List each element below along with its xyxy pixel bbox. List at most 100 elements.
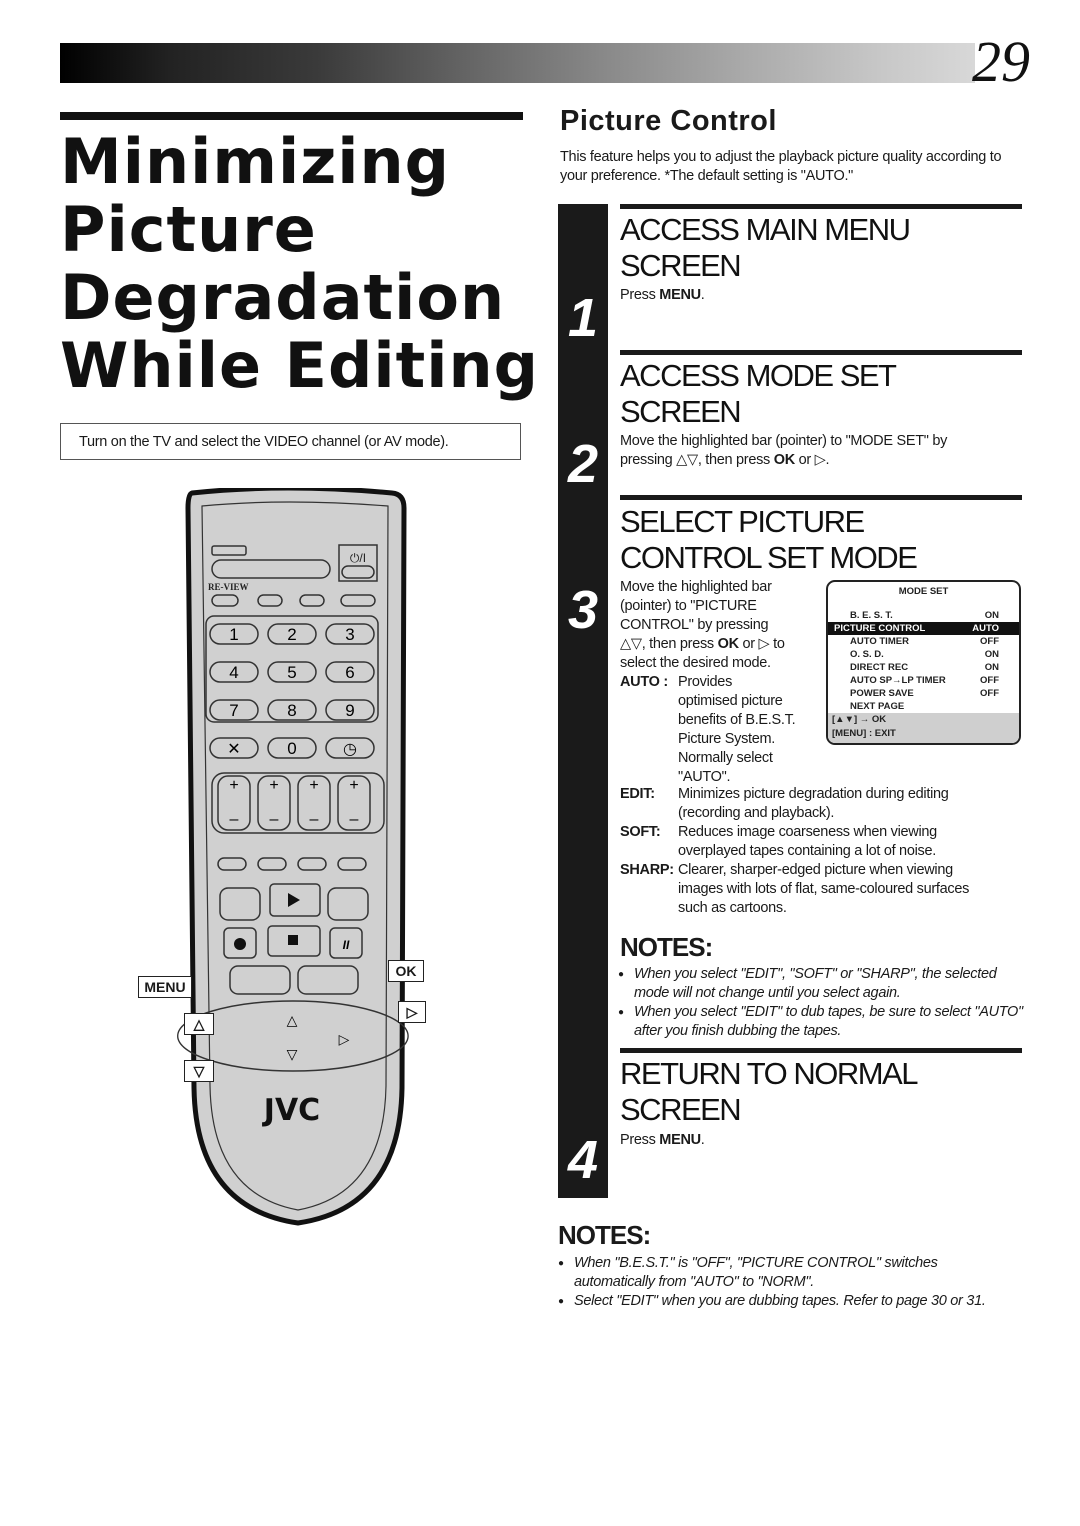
callout-menu: MENU bbox=[138, 976, 192, 998]
step-1-body: Press MENU. bbox=[620, 287, 705, 303]
osd-row-value: OFF bbox=[980, 688, 999, 699]
svg-text:✕: ✕ bbox=[227, 741, 240, 758]
section-description: This feature helps you to adjust the pla… bbox=[560, 149, 1002, 184]
step-3-number: 3 bbox=[567, 580, 599, 640]
osd-row-value: ON bbox=[984, 662, 999, 673]
svg-text:◷: ◷ bbox=[343, 741, 357, 758]
record-icon bbox=[234, 938, 246, 950]
step-rule bbox=[620, 350, 1022, 355]
osd-row-value: OFF bbox=[980, 675, 999, 686]
svg-text:3: 3 bbox=[345, 625, 354, 644]
svg-text:2: 2 bbox=[287, 625, 296, 644]
mode-set-osd: MODE SET B. E. S. T. ON PICTURE CONTROL AUT… bbox=[826, 580, 1021, 745]
osd-row-label: AUTO TIMER bbox=[850, 636, 909, 647]
svg-text:1: 1 bbox=[229, 625, 238, 644]
power-icon: ⏻/I bbox=[350, 551, 366, 565]
svg-text:–: – bbox=[350, 811, 359, 828]
step-rule bbox=[620, 495, 1022, 500]
step-rule bbox=[620, 1048, 1022, 1053]
notes-heading: NOTES: bbox=[620, 932, 713, 962]
osd-row: NEXT PAGE bbox=[828, 700, 1019, 713]
svg-text:+: + bbox=[309, 777, 318, 794]
header-gradient-bar bbox=[60, 43, 975, 83]
step-1-heading: ACCESS MAIN MENU SCREEN bbox=[620, 212, 911, 283]
osd-rows: B. E. S. T. ON PICTURE CONTROL AUTO AUTO TIM… bbox=[828, 609, 1019, 713]
callout-up: △ bbox=[184, 1013, 214, 1035]
note-item: When you select "EDIT", "SOFT" or "SHARP… bbox=[618, 965, 1028, 1003]
callout-ok: OK bbox=[388, 960, 424, 982]
stop-icon bbox=[288, 935, 298, 945]
osd-row: POWER SAVE OFF bbox=[828, 687, 1019, 700]
brand-logo: JVC bbox=[262, 1093, 320, 1128]
notes-list: When you select "EDIT", "SOFT" or "SHARP… bbox=[618, 965, 1028, 1041]
svg-text:6: 6 bbox=[345, 663, 354, 682]
svg-text:+: + bbox=[269, 777, 278, 794]
osd-row-label-selected: PICTURE CONTROL bbox=[834, 623, 926, 634]
title-line: Degradation bbox=[60, 261, 506, 334]
section-title: Picture Control bbox=[560, 105, 777, 137]
svg-text:–: – bbox=[310, 811, 319, 828]
up-arrow-icon: △ bbox=[287, 1012, 298, 1028]
step-4-heading: RETURN TO NORMAL SCREEN bbox=[620, 1056, 918, 1127]
osd-row: B. E. S. T. ON bbox=[828, 609, 1019, 622]
mode-edit: EDIT: Minimizes picture degradation duri… bbox=[620, 786, 949, 821]
osd-footer: [▲▼] → OK [MENU] : EXIT bbox=[828, 713, 1019, 743]
step-2-number: 2 bbox=[567, 434, 599, 494]
down-arrow-icon: ▽ bbox=[287, 1046, 298, 1062]
osd-row-label: POWER SAVE bbox=[850, 688, 914, 699]
callout-right: ▷ bbox=[398, 1001, 426, 1023]
title-line: Minimizing bbox=[60, 125, 451, 198]
svg-text:+: + bbox=[349, 777, 358, 794]
svg-text:8: 8 bbox=[287, 701, 296, 720]
svg-text:+: + bbox=[229, 777, 238, 794]
svg-text:7: 7 bbox=[229, 701, 238, 720]
remote-control-illustration: ⏻/I RE-VIEW 1 2 3 4 5 6 7 8 9 0 ✕ ◷ + – + – + – + – II bbox=[177, 488, 409, 1226]
mode-sharp: SHARP: Clearer, sharper-edged picture wh… bbox=[620, 862, 970, 916]
prerequisite-box: Turn on the TV and select the VIDEO chan… bbox=[60, 423, 521, 460]
title-rule bbox=[60, 112, 523, 120]
review-label: RE-VIEW bbox=[208, 582, 249, 592]
osd-row-value: ON bbox=[984, 610, 999, 621]
notes-heading: NOTES: bbox=[558, 1220, 651, 1250]
svg-text:II: II bbox=[343, 938, 350, 952]
note-item: Select "EDIT" when you are dubbing tapes… bbox=[558, 1292, 1018, 1311]
osd-row-label: NEXT PAGE bbox=[850, 701, 905, 712]
osd-row-label: B. E. S. T. bbox=[850, 610, 893, 621]
svg-text:9: 9 bbox=[345, 701, 354, 720]
osd-row-value: AUTO bbox=[972, 623, 999, 634]
osd-row: AUTO SP→LP TIMER OFF bbox=[828, 674, 1019, 687]
osd-row-value: OFF bbox=[980, 636, 999, 647]
step-bar bbox=[558, 204, 608, 1198]
step-4-body: Press MENU. bbox=[620, 1132, 705, 1148]
callout-down: ▽ bbox=[184, 1060, 214, 1082]
title-line: Picture bbox=[60, 193, 317, 266]
svg-text:4: 4 bbox=[229, 663, 238, 682]
osd-row: AUTO TIMER OFF bbox=[828, 635, 1019, 648]
svg-text:5: 5 bbox=[287, 663, 296, 682]
step-rule bbox=[620, 204, 1022, 209]
osd-row-label: AUTO SP→LP TIMER bbox=[850, 675, 946, 686]
mode-soft: SOFT: Reduces image coarseness when view… bbox=[620, 824, 937, 859]
osd-row-label: O. S. D. bbox=[850, 649, 884, 660]
right-arrow-icon: ▷ bbox=[339, 1031, 350, 1047]
note-item: When "B.E.S.T." is "OFF", "PICTURE CONTR… bbox=[558, 1254, 1018, 1292]
page-number: 29 bbox=[972, 29, 1030, 94]
mode-list: EDIT: Minimizes picture degradation duri… bbox=[620, 785, 1030, 918]
step-3-heading: SELECT PICTURE CONTROL SET MODE bbox=[620, 504, 918, 575]
page-title: Minimizing Picture Degradation While Edi… bbox=[60, 128, 539, 400]
step-3-body: Move the highlighted bar (pointer) to "P… bbox=[620, 578, 820, 787]
title-line: While Editing bbox=[60, 329, 540, 402]
osd-row-label: DIRECT REC bbox=[850, 662, 909, 673]
osd-row: DIRECT REC ON bbox=[828, 661, 1019, 674]
step-4-number: 4 bbox=[567, 1130, 599, 1190]
step-2-heading: ACCESS MODE SET SCREEN bbox=[620, 358, 897, 429]
osd-row: O. S. D. ON bbox=[828, 648, 1019, 661]
note-item: When you select "EDIT" to dub tapes, be … bbox=[618, 1003, 1028, 1041]
svg-text:0: 0 bbox=[287, 739, 296, 758]
mode-auto: AUTO : Provides optimised picture benefi… bbox=[620, 674, 796, 785]
osd-row: PICTURE CONTROL AUTO bbox=[828, 622, 1019, 635]
step-1-number: 1 bbox=[567, 288, 599, 348]
notes-list: When "B.E.S.T." is "OFF", "PICTURE CONTR… bbox=[558, 1254, 1018, 1311]
osd-title: MODE SET bbox=[898, 586, 949, 597]
svg-text:–: – bbox=[230, 811, 239, 828]
